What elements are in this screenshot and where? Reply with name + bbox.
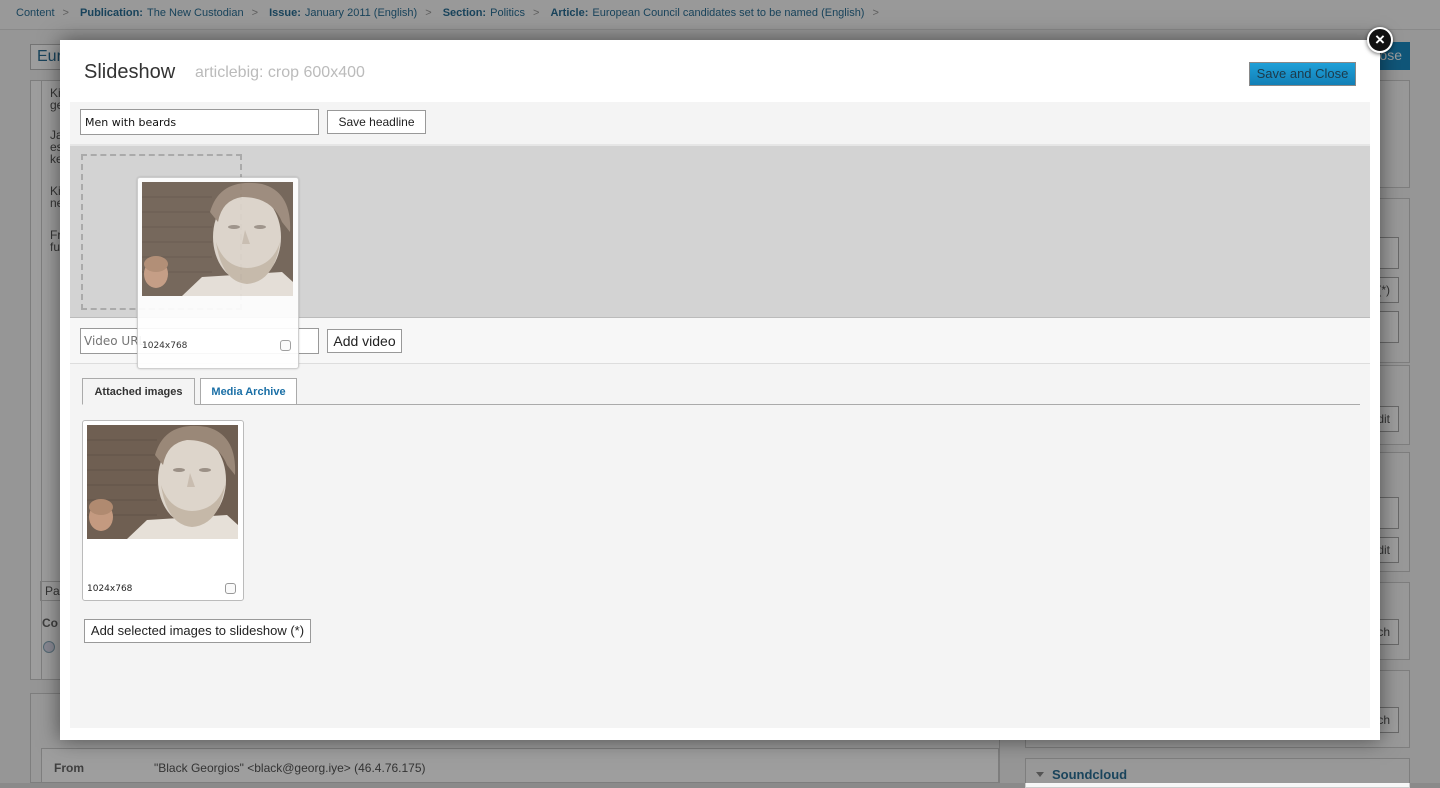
- image-tabs: Attached images Media Archive: [82, 378, 1360, 405]
- slideshow-modal: Slideshow articlebig: crop 600x400 Save …: [60, 27, 1393, 740]
- image-dimensions: 1024x768: [142, 341, 188, 351]
- select-image-checkbox[interactable]: [280, 340, 291, 351]
- bust-statue-image: [87, 425, 238, 539]
- add-video-button[interactable]: Add video: [327, 329, 402, 353]
- save-and-close-button[interactable]: Save and Close: [1249, 62, 1356, 86]
- select-image-checkbox[interactable]: [225, 583, 236, 594]
- modal-subtitle: articlebig: crop 600x400: [195, 64, 365, 81]
- attached-image-card[interactable]: 1024x768: [82, 420, 244, 601]
- tab-media-archive[interactable]: Media Archive: [200, 378, 297, 405]
- save-headline-button[interactable]: Save headline: [327, 110, 426, 134]
- headline-input[interactable]: [80, 109, 319, 135]
- modal-title: Slideshow: [84, 61, 176, 83]
- dragging-image-card[interactable]: 1024x768: [137, 177, 299, 369]
- close-icon[interactable]: ×: [1367, 27, 1393, 53]
- modal-body: Save headline Add video Attached images …: [70, 102, 1370, 728]
- image-dimensions: 1024x768: [87, 584, 133, 594]
- image-thumbnail: [87, 425, 238, 539]
- image-thumbnail: [142, 182, 293, 296]
- add-selected-images-button[interactable]: Add selected images to slideshow (*): [84, 619, 311, 643]
- tab-attached-images[interactable]: Attached images: [82, 378, 195, 405]
- bust-statue-image: [142, 182, 293, 296]
